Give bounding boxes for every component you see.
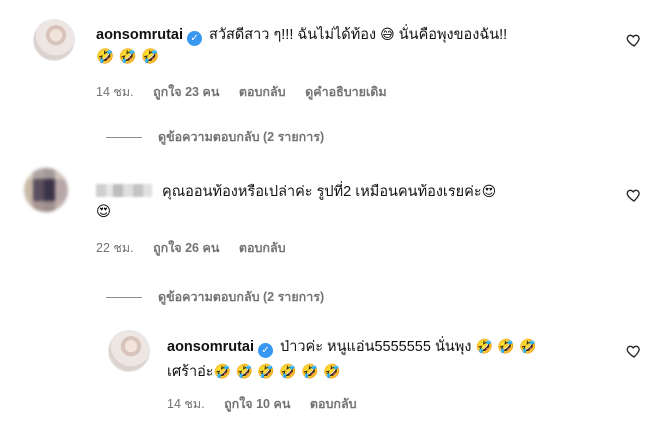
heart-outline-icon[interactable]	[626, 187, 642, 203]
view-replies-button[interactable]: ดูข้อความตอบกลับ (2 รายการ)	[106, 287, 324, 307]
view-replies-button[interactable]: ดูข้อความตอบกลับ (2 รายการ)	[106, 127, 324, 147]
comment-body: ป่าวค่ะ หนูแอ่น5555555 นั่นพุง	[280, 339, 472, 355]
likes-count[interactable]: ถูกใจ 23 คน	[153, 85, 219, 99]
avatar[interactable]	[108, 330, 150, 372]
likes-count[interactable]: ถูกใจ 26 คน	[153, 241, 219, 255]
comment-body: สวัสดีสาว ๆ!!! ฉันไม่ได้ท้อง	[209, 27, 377, 43]
heart-outline-icon[interactable]	[626, 32, 642, 48]
reply-button[interactable]: ตอบกลับ	[310, 397, 357, 411]
timestamp[interactable]: 22 ชม.	[96, 241, 134, 255]
comment-body-b: เศร้าอ่ะ	[167, 364, 214, 380]
view-replies-label: ดูข้อความตอบกลับ (2 รายการ)	[158, 290, 325, 304]
avatar[interactable]	[24, 168, 68, 212]
divider	[106, 137, 142, 139]
verified-icon: ✓	[187, 31, 203, 46]
comment-text: aonsomrutai ✓ ป่าวค่ะ หนูแอ่น5555555 นั่น…	[167, 335, 537, 358]
verified-icon: ✓	[258, 343, 274, 358]
divider	[106, 297, 142, 299]
comment-emoji-line: 🤣 🤣 🤣	[96, 49, 160, 65]
emoji-run: 🤣 🤣 🤣 🤣 🤣 🤣	[213, 364, 341, 380]
reply-button[interactable]: ตอบกลับ	[239, 241, 286, 255]
see-translation-button[interactable]: ดูคำอธิบายเดิม	[305, 85, 387, 99]
timestamp[interactable]: 14 ชม.	[96, 85, 134, 99]
comment-meta: 14 ชม. ถูกใจ 23 คน ตอบกลับ ดูคำอธิบายเดิ…	[96, 82, 403, 102]
reply-button[interactable]: ตอบกลับ	[239, 85, 286, 99]
username[interactable]: aonsomrutai	[96, 27, 183, 43]
username-blurred[interactable]	[96, 184, 152, 197]
emoji: 🤣 🤣 🤣	[475, 339, 537, 355]
comment-text: คุณออนท้องหรือเปล่าค่ะ รูปที่2 เหมือนคนท…	[96, 180, 496, 203]
likes-count[interactable]: ถูกใจ 10 คน	[224, 397, 290, 411]
comment-line2: 🤣 🤣 🤣 🤣 🤣 🤣 เศร้าอ่ะ🤣 🤣 🤣 🤣 🤣 🤣	[167, 360, 340, 383]
username[interactable]: aonsomrutai	[167, 339, 254, 355]
comment-body-b: นั่นคือพุงของฉัน!!	[394, 27, 508, 43]
heart-outline-icon[interactable]	[626, 343, 642, 359]
emoji: 😍	[481, 184, 497, 200]
timestamp[interactable]: 14 ชม.	[167, 397, 205, 411]
comment-emoji-line: 😍	[96, 204, 112, 220]
avatar[interactable]	[33, 19, 75, 61]
comment-text: aonsomrutai ✓ สวัสดีสาว ๆ!!! ฉันไม่ได้ท้อ…	[96, 23, 507, 46]
view-replies-label: ดูข้อความตอบกลับ (2 รายการ)	[158, 130, 325, 144]
emoji: 😅	[380, 27, 395, 43]
comment-meta: 22 ชม. ถูกใจ 26 คน ตอบกลับ	[96, 238, 302, 258]
comment-body: คุณออนท้องหรือเปล่าค่ะ รูปที่2 เหมือนคนท…	[162, 184, 482, 200]
comment-meta: 14 ชม. ถูกใจ 10 คน ตอบกลับ	[167, 394, 373, 414]
